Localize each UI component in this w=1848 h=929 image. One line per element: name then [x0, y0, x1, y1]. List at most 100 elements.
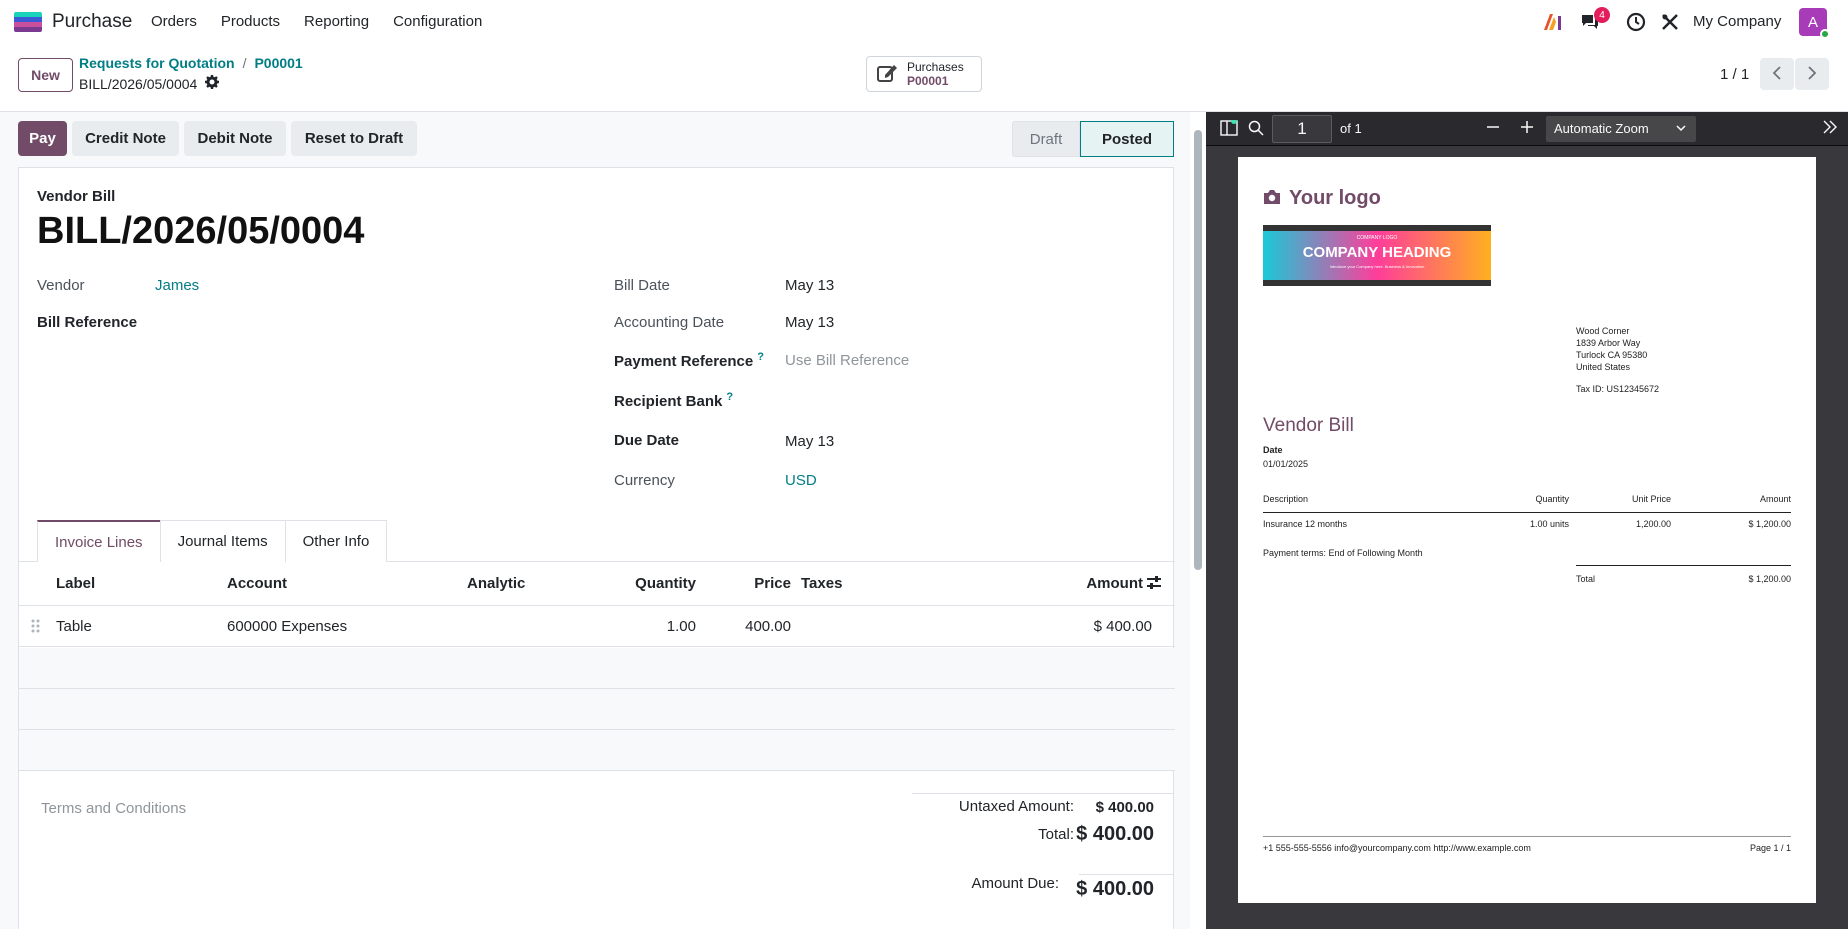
zoom-in-icon[interactable]	[1520, 120, 1534, 137]
pdf-total-value: $ 1,200.00	[1748, 574, 1791, 584]
stage-posted[interactable]: Posted	[1080, 121, 1174, 157]
col-analytic[interactable]: Analytic	[467, 575, 525, 592]
col-quantity[interactable]: Quantity	[614, 575, 696, 592]
empty-row	[19, 730, 1175, 771]
smart-button-label: Purchases	[907, 60, 964, 74]
pdf-col-amount: Amount	[1759, 494, 1791, 504]
page-number-input[interactable]: 1	[1272, 115, 1332, 143]
chevron-left-icon	[1772, 65, 1782, 83]
col-amount[interactable]: Amount	[1059, 575, 1143, 592]
chat-icon[interactable]: 4	[1578, 7, 1610, 34]
sidebar-toggle-icon[interactable]	[1220, 118, 1238, 139]
accounting-date-label: Accounting Date	[614, 314, 725, 331]
pdf-col-description: Description	[1263, 494, 1309, 504]
purchase-app-icon[interactable]	[14, 12, 42, 32]
currency-label: Currency	[614, 472, 675, 489]
online-status-dot	[1820, 29, 1830, 39]
reset-to-draft-button[interactable]: Reset to Draft	[291, 121, 417, 156]
address-line: United States	[1576, 362, 1631, 372]
app-name[interactable]: Purchase	[52, 11, 132, 33]
drag-handle-icon[interactable]	[31, 619, 41, 636]
zoom-select[interactable]: Automatic Zoom	[1546, 116, 1696, 142]
pay-button[interactable]: Pay	[18, 121, 67, 156]
pdf-date: 01/01/2025	[1263, 459, 1309, 469]
pdf-row-quantity: 1.00 units	[1529, 519, 1569, 529]
column-settings-icon[interactable]	[1146, 575, 1162, 594]
recipient-bank-help[interactable]: ?	[726, 391, 733, 403]
new-button[interactable]: New	[18, 58, 73, 92]
payment-reference-field[interactable]: Use Bill Reference	[785, 352, 909, 369]
pdf-page: Your logo COMPANY LOGO COMPANY HEADING I…	[1238, 157, 1816, 903]
purchases-smart-button[interactable]: Purchases P00001	[866, 56, 982, 92]
pager-previous-button[interactable]	[1760, 58, 1794, 90]
line-quantity[interactable]: 1.00	[614, 618, 696, 635]
pdf-footer-rule	[1263, 836, 1791, 837]
breadcrumb-rfq[interactable]: Requests for Quotation	[79, 55, 235, 71]
menu-configuration[interactable]: Configuration	[393, 13, 482, 30]
pdf-row-amount: $ 1,200.00	[1748, 519, 1791, 529]
user-avatar[interactable]: A	[1799, 8, 1830, 39]
due-date-label: Due Date	[614, 432, 680, 449]
payment-reference-help[interactable]: ?	[757, 351, 764, 363]
address-line: Wood Corner	[1576, 326, 1630, 336]
credit-note-button[interactable]: Credit Note	[72, 121, 179, 156]
address-line: Turlock CA 95380	[1576, 350, 1648, 360]
col-taxes[interactable]: Taxes	[801, 575, 842, 592]
bill-reference-label: Bill Reference	[37, 314, 138, 331]
payment-reference-label: Payment Reference?	[614, 351, 764, 370]
pdf-header-rule	[1263, 512, 1791, 513]
col-label[interactable]: Label	[56, 575, 95, 592]
stage-draft[interactable]: Draft	[1012, 121, 1080, 157]
tab-journal-items[interactable]: Journal Items	[159, 520, 286, 562]
gear-icon[interactable]	[205, 75, 220, 92]
breadcrumb-po[interactable]: P00001	[254, 55, 302, 71]
menu-products[interactable]: Products	[221, 13, 280, 30]
terms-and-conditions-field[interactable]: Terms and Conditions	[41, 800, 186, 817]
pdf-row-description: Insurance 12 months	[1263, 519, 1348, 529]
tools-icon[interactable]	[1658, 10, 1682, 34]
pdf-footer-contact: +1 555-555-5556 info@yourcompany.com htt…	[1263, 843, 1531, 853]
empty-row	[19, 689, 1175, 730]
currency-field[interactable]: USD	[785, 472, 817, 489]
line-price[interactable]: 400.00	[709, 618, 791, 635]
tools-menu-icon[interactable]	[1822, 120, 1838, 137]
bill-date-field[interactable]: May 13	[785, 277, 834, 294]
accounting-date-field[interactable]: May 13	[785, 314, 834, 331]
col-account[interactable]: Account	[227, 575, 287, 592]
zoom-out-icon[interactable]	[1486, 120, 1500, 137]
amount-due-value: $ 400.00	[1076, 878, 1154, 900]
debit-note-button[interactable]: Debit Note	[184, 121, 286, 156]
line-label[interactable]: Table	[56, 618, 92, 635]
camera-icon	[1263, 189, 1281, 208]
chevron-down-icon	[1676, 116, 1686, 142]
menu-orders[interactable]: Orders	[151, 13, 197, 30]
pager-next-button[interactable]	[1795, 58, 1829, 90]
scrollbar-thumb[interactable]	[1194, 130, 1202, 570]
line-account[interactable]: 600000 Expenses	[227, 618, 347, 635]
totals-divider	[912, 793, 1174, 794]
line-amount: $ 400.00	[1093, 618, 1152, 635]
tax-id: Tax ID: US12345672	[1576, 384, 1660, 394]
due-date-field[interactable]: May 13	[785, 433, 834, 450]
document-type: Vendor Bill	[37, 188, 116, 205]
search-icon[interactable]	[1248, 120, 1264, 139]
banner-small-logo: COMPANY LOGO	[1356, 235, 1398, 241]
pdf-payment-terms: Payment terms: End of Following Month	[1263, 548, 1423, 558]
col-price[interactable]: Price	[719, 575, 791, 592]
pdf-total-label: Total	[1576, 574, 1596, 584]
banner-bottom-stripe	[1263, 280, 1491, 286]
table-row[interactable]: Table 600000 Expenses 1.00 400.00 $ 400.…	[19, 606, 1175, 647]
address-line: 1839 Arbor Way	[1576, 338, 1641, 348]
pdf-total-rule	[1576, 565, 1791, 566]
tab-other-info[interactable]: Other Info	[284, 520, 388, 562]
ai-icon[interactable]	[1541, 10, 1565, 34]
menu-reporting[interactable]: Reporting	[304, 13, 369, 30]
vendor-address: Wood Corner 1839 Arbor Way Turlock CA 95…	[1576, 325, 1659, 395]
vendor-field[interactable]: James	[155, 277, 199, 294]
pager-value[interactable]: 1 / 1	[1720, 66, 1749, 83]
clock-icon[interactable]	[1624, 10, 1648, 34]
form-scrollbar[interactable]	[1192, 116, 1204, 929]
tab-invoice-lines[interactable]: Invoice Lines	[37, 520, 161, 562]
company-switcher[interactable]: My Company	[1693, 13, 1781, 30]
smart-button-value: P00001	[907, 74, 949, 88]
